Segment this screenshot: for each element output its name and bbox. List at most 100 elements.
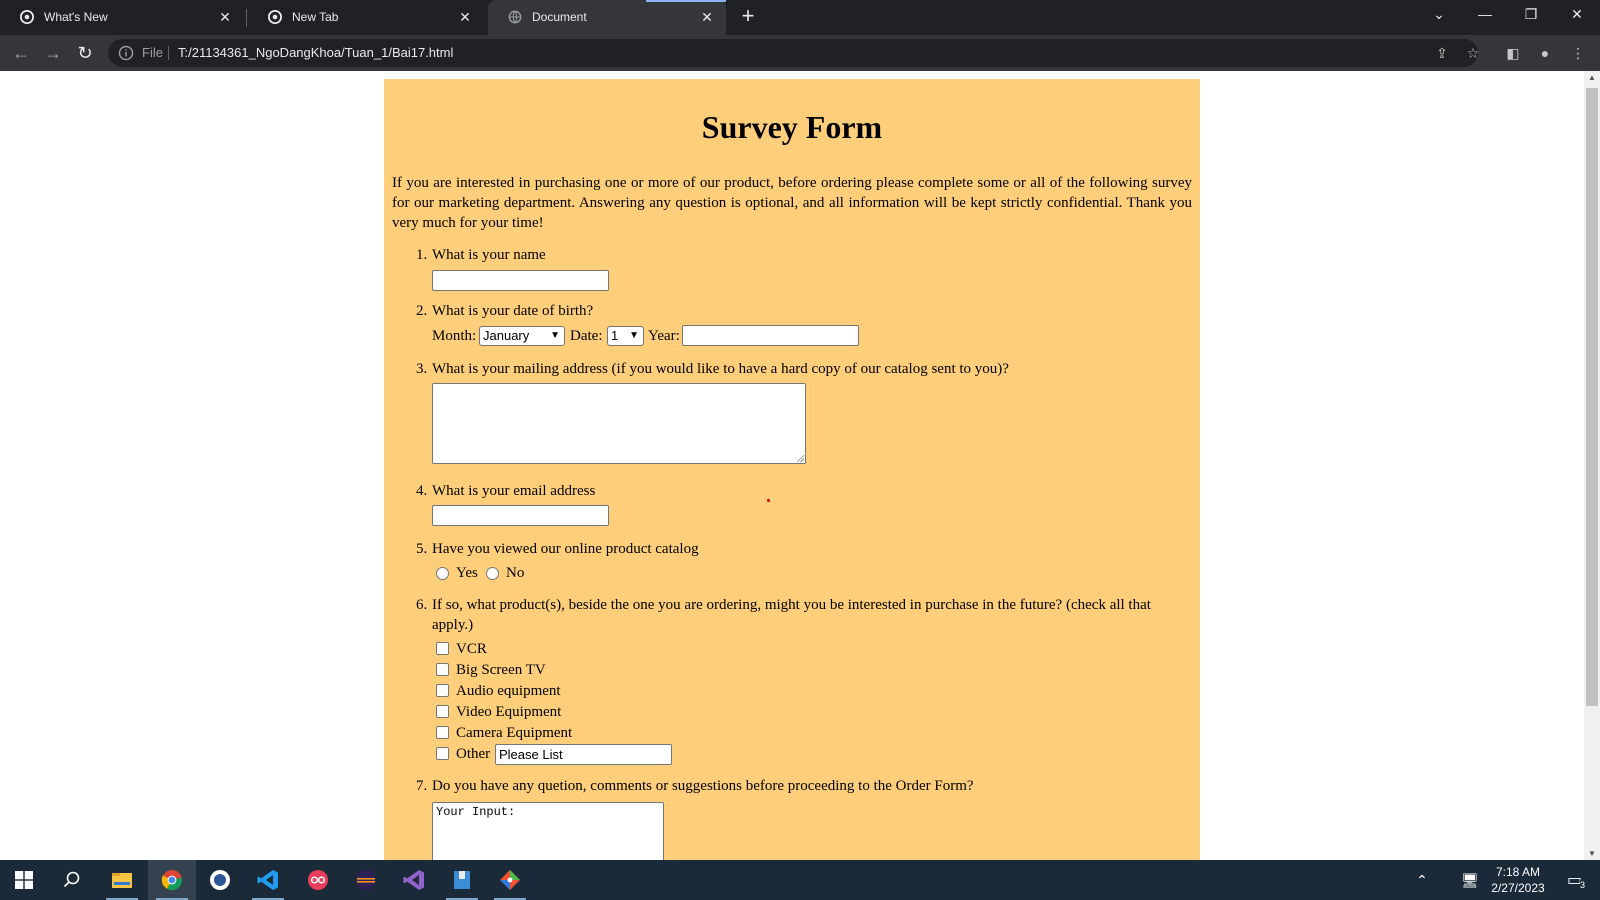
checkbox-other[interactable]: [436, 747, 449, 760]
app-icon: [210, 870, 230, 890]
checkbox-camera-equipment-label: Camera Equipment: [456, 725, 573, 741]
other-product-input[interactable]: Please List: [495, 744, 672, 765]
checkbox-camera-equipment[interactable]: [436, 726, 449, 739]
app-taskbar-button[interactable]: [196, 860, 244, 900]
tab-whats-new[interactable]: What's New ✕: [0, 0, 244, 35]
year-label: Year:: [648, 328, 680, 344]
url-text[interactable]: T:/21134361_NgoDangKhoa/Tuan_1/Bai17.htm…: [178, 45, 453, 60]
close-tab-icon[interactable]: ✕: [456, 8, 474, 26]
visual-studio-icon: [403, 870, 424, 890]
app-icon: [308, 870, 328, 890]
new-tab-button[interactable]: +: [736, 5, 760, 29]
tab-label: Document: [532, 10, 587, 24]
vscode-icon: [257, 870, 278, 890]
month-select[interactable]: January ▼: [479, 326, 565, 346]
radio-yes-label: Yes: [456, 565, 478, 581]
vscode-taskbar-button[interactable]: [244, 860, 292, 900]
question-1-label: What is your name: [432, 247, 546, 263]
address-bar[interactable]: File T:/21134361_NgoDangKhoa/Tuan_1/Bai1…: [108, 39, 1478, 67]
question-number: 4.: [416, 483, 428, 499]
reload-button[interactable]: ↻: [72, 40, 98, 66]
close-window-button[interactable]: ✕: [1554, 0, 1600, 30]
question-4-label: What is your email address: [432, 483, 596, 499]
close-tab-icon[interactable]: ✕: [216, 8, 234, 26]
chevron-down-icon: ▼: [629, 330, 639, 341]
notification-count-badge: 3: [1580, 880, 1586, 890]
folder-icon: [112, 873, 132, 888]
question-number: 5.: [416, 541, 428, 557]
year-input[interactable]: [682, 325, 859, 346]
app-taskbar-button-3[interactable]: [438, 860, 486, 900]
resize-handle-icon[interactable]: [796, 454, 804, 462]
checkbox-other-label: Other: [456, 746, 491, 762]
visual-studio-taskbar-button[interactable]: [390, 860, 438, 900]
tab-new-tab[interactable]: New Tab ✕: [248, 0, 484, 35]
windows-start-icon[interactable]: [0, 860, 48, 900]
radio-no-label: No: [506, 565, 525, 581]
cursor-dot: [767, 499, 770, 502]
menu-kebab-icon[interactable]: ⋮: [1568, 43, 1588, 63]
question-number: 6.: [416, 597, 428, 613]
close-tab-icon[interactable]: ✕: [698, 8, 716, 26]
date-select[interactable]: 1 ▼: [607, 326, 644, 346]
scroll-up-arrow-icon[interactable]: ▲: [1588, 73, 1596, 82]
checkbox-big-screen-tv[interactable]: [436, 663, 449, 676]
checkbox-audio-equipment-label: Audio equipment: [456, 683, 561, 699]
minimize-button[interactable]: —: [1462, 0, 1508, 30]
globe-icon: [508, 10, 522, 24]
checkbox-vcr-label: VCR: [456, 641, 487, 657]
app-taskbar-button-2[interactable]: [294, 860, 342, 900]
app-icon: [454, 871, 470, 889]
divider: [168, 46, 169, 60]
clock[interactable]: 7:18 AM 2/27/2023: [1478, 860, 1558, 900]
date-select-value: 1: [611, 328, 619, 343]
profile-icon[interactable]: ●: [1535, 43, 1555, 63]
tab-label: What's New: [44, 10, 108, 24]
git-icon: [500, 870, 520, 890]
question-6-label: If so, what product(s), beside the one y…: [432, 597, 1151, 613]
chrome-taskbar-button[interactable]: [148, 860, 196, 900]
page-title: Survey Form: [701, 109, 883, 145]
radio-yes[interactable]: [436, 567, 449, 580]
mailing-address-textarea[interactable]: [432, 383, 806, 464]
survey-form-container: Survey Form If you are interested in pur…: [384, 79, 1200, 860]
question-number: 7.: [416, 778, 428, 794]
search-icon[interactable]: [48, 860, 96, 900]
question-number: 2.: [416, 303, 428, 319]
eclipse-taskbar-button[interactable]: [342, 860, 390, 900]
share-icon[interactable]: ⇪: [1432, 43, 1452, 63]
forward-button[interactable]: →: [40, 40, 66, 66]
side-panel-icon[interactable]: ◧: [1503, 43, 1523, 63]
windows-taskbar: ⌃ 🖥 7:18 AM 2/27/2023 ▭ 3: [0, 860, 1600, 900]
tab-separator: [246, 9, 247, 27]
question-3-label: What is your mailing address (if you wou…: [432, 361, 1009, 377]
name-input[interactable]: [432, 270, 609, 291]
git-taskbar-button[interactable]: [486, 860, 534, 900]
chevron-down-icon: ▼: [550, 330, 560, 341]
email-input[interactable]: [432, 505, 609, 526]
tab-search-button[interactable]: ⌄: [1416, 0, 1462, 30]
notification-center-icon[interactable]: ▭ 3: [1560, 860, 1594, 900]
comments-textarea[interactable]: Your Input:: [432, 802, 664, 860]
show-hidden-icons-chevron-icon[interactable]: ⌃: [1408, 860, 1436, 900]
bookmark-star-icon[interactable]: ☆: [1463, 43, 1483, 63]
question-5-label: Have you viewed our online product catal…: [432, 541, 699, 557]
file-explorer-icon[interactable]: [98, 860, 146, 900]
chrome-favicon-icon: [268, 10, 282, 24]
browser-toolbar: ← → ↻ File T:/21134361_NgoDangKhoa/Tuan_…: [0, 35, 1600, 71]
radio-no[interactable]: [486, 567, 499, 580]
checkbox-audio-equipment[interactable]: [436, 684, 449, 697]
question-number: 3.: [416, 361, 428, 377]
checkbox-video-equipment[interactable]: [436, 705, 449, 718]
scrollbar-thumb[interactable]: [1586, 88, 1598, 706]
page-scrollbar[interactable]: ▲ ▼: [1584, 71, 1600, 860]
scheme-label: File: [142, 45, 163, 60]
tab-document[interactable]: Document ✕: [488, 0, 726, 35]
chrome-favicon-icon: [20, 10, 34, 24]
info-icon[interactable]: [118, 45, 134, 61]
checkbox-vcr[interactable]: [436, 642, 449, 655]
scroll-down-arrow-icon[interactable]: ▼: [1588, 849, 1596, 858]
back-button[interactable]: ←: [8, 40, 34, 66]
intro-paragraph: If you are interested in purchasing one …: [392, 175, 1192, 231]
restore-button[interactable]: ❐: [1508, 0, 1554, 30]
